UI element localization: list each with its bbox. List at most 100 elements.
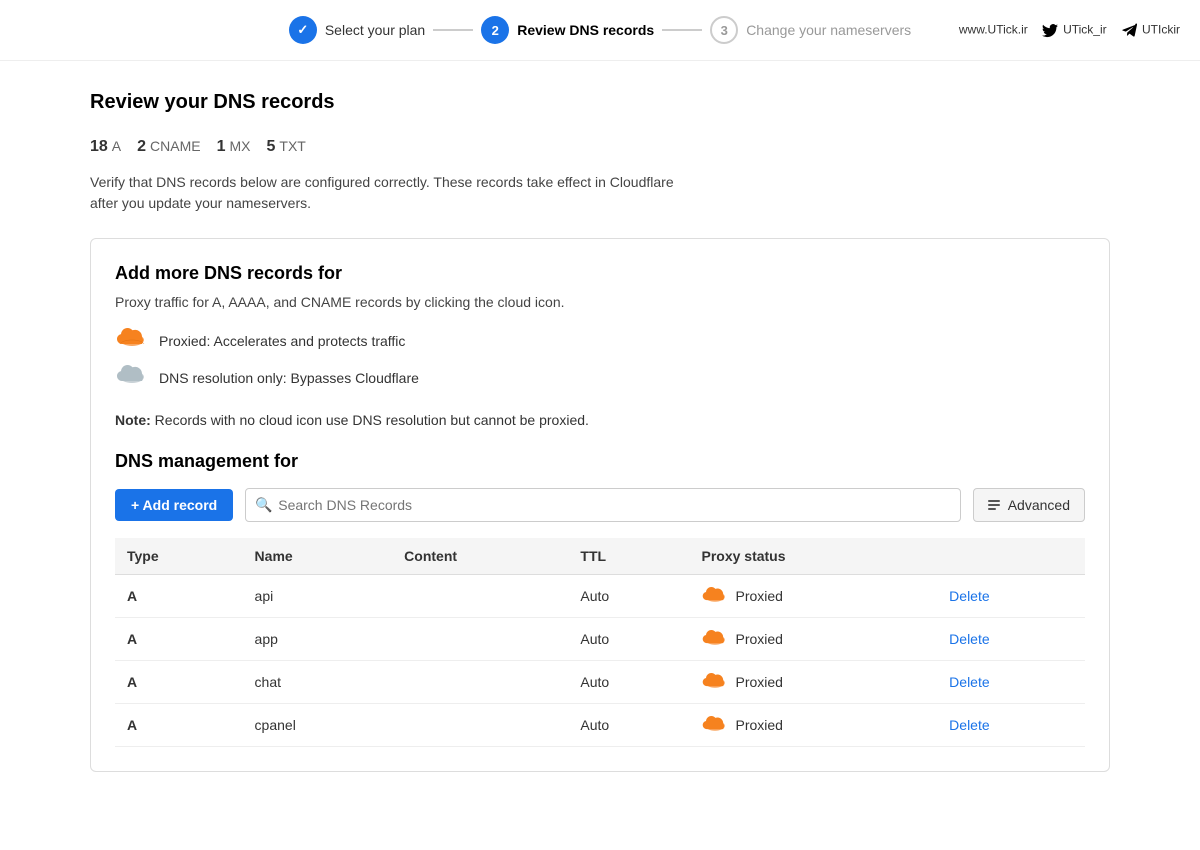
col-actions (937, 538, 1085, 575)
cell-type: A (115, 575, 243, 618)
watermark-telegram: UTIckir (1121, 23, 1180, 38)
cell-proxy: Proxied (689, 661, 937, 704)
cell-action[interactable]: Delete (937, 618, 1085, 661)
col-proxy-status: Proxy status (689, 538, 937, 575)
advanced-button[interactable]: Advanced (973, 488, 1085, 522)
note-bold: Note: (115, 412, 151, 428)
count-txt-type: TXT (279, 138, 305, 154)
cell-action[interactable]: Delete (937, 704, 1085, 747)
count-cname: 2 CNAME (137, 138, 200, 156)
cell-type: A (115, 661, 243, 704)
note-text: Note: Records with no cloud icon use DNS… (115, 410, 1085, 431)
cell-ttl: Auto (568, 704, 689, 747)
cell-action[interactable]: Delete (937, 661, 1085, 704)
col-ttl: TTL (568, 538, 689, 575)
advanced-label: Advanced (1008, 497, 1070, 513)
table-body: AapiAuto Proxied DeleteAappAuto Proxied … (115, 575, 1085, 747)
count-a: 18 A (90, 138, 121, 156)
cell-proxy: Proxied (689, 618, 937, 661)
checkmark-icon: ✓ (297, 22, 308, 38)
add-record-label: + Add record (131, 497, 217, 513)
cell-proxy: Proxied (689, 575, 937, 618)
card-title: Add more DNS records for (115, 263, 1085, 284)
delete-button[interactable]: Delete (949, 717, 989, 733)
cell-name: chat (243, 661, 393, 704)
add-record-button[interactable]: + Add record (115, 489, 233, 521)
dns-only-label: DNS resolution only: Bypasses Cloudflare (159, 370, 419, 386)
step-review-dns: 2 Review DNS records (481, 16, 654, 44)
record-counts: 18 A 2 CNAME 1 MX 5 TXT (90, 138, 1110, 156)
step-3-circle: 3 (710, 16, 738, 44)
delete-button[interactable]: Delete (949, 674, 989, 690)
page-title: Review your DNS records (90, 91, 1110, 114)
count-a-num: 18 (90, 138, 108, 156)
card-subtitle: Proxy traffic for A, AAAA, and CNAME rec… (115, 294, 1085, 310)
delete-button[interactable]: Delete (949, 588, 989, 604)
step-1-circle: ✓ (289, 16, 317, 44)
dns-info-card: Add more DNS records for Proxy traffic f… (90, 238, 1110, 772)
proxy-info: Proxied: Accelerates and protects traffi… (115, 328, 1085, 390)
stepper: ✓ Select your plan 2 Review DNS records … (289, 16, 911, 44)
proxy-label: Proxied (735, 717, 782, 733)
proxy-cell: Proxied (701, 673, 925, 691)
count-cname-type: CNAME (150, 138, 201, 154)
proxy-cell: Proxied (701, 630, 925, 648)
advanced-icon (988, 500, 1000, 510)
toolbar: + Add record 🔍 Advanced (115, 488, 1085, 522)
cell-ttl: Auto (568, 661, 689, 704)
search-wrap: 🔍 (245, 488, 960, 522)
proxy-cell: Proxied (701, 587, 925, 605)
cell-name: app (243, 618, 393, 661)
step-2-label: Review DNS records (517, 22, 654, 38)
verify-text: Verify that DNS records below are config… (90, 172, 690, 214)
cell-type: A (115, 618, 243, 661)
cell-action[interactable]: Delete (937, 575, 1085, 618)
table-row: Achat Auto Proxied Delete (115, 661, 1085, 704)
search-icon: 🔍 (255, 497, 272, 514)
table-header: Type Name Content TTL Proxy status (115, 538, 1085, 575)
count-txt: 5 TXT (267, 138, 306, 156)
proxy-label: Proxied (735, 674, 782, 690)
row-orange-cloud-icon (701, 716, 729, 734)
step-3-label: Change your nameservers (746, 22, 911, 38)
count-mx-type: MX (230, 138, 251, 154)
proxy-cell: Proxied (701, 716, 925, 734)
gray-cloud-icon (115, 365, 149, 390)
row-orange-cloud-icon (701, 587, 729, 605)
orange-cloud-icon (115, 328, 149, 353)
main-content: Review your DNS records 18 A 2 CNAME 1 M… (50, 61, 1150, 802)
row-orange-cloud-icon (701, 673, 729, 691)
proxy-label: Proxied (735, 588, 782, 604)
cell-content (392, 661, 568, 704)
count-cname-num: 2 (137, 138, 146, 156)
cell-content (392, 575, 568, 618)
count-txt-num: 5 (267, 138, 276, 156)
step-2-number: 2 (492, 23, 499, 38)
delete-button[interactable]: Delete (949, 631, 989, 647)
watermark: www.UTick.ir UTick_ir UTIckir (959, 23, 1180, 38)
step-1-label: Select your plan (325, 22, 425, 38)
step-change-nameservers: 3 Change your nameservers (710, 16, 911, 44)
row-orange-cloud-icon (701, 630, 729, 648)
step-2-circle: 2 (481, 16, 509, 44)
col-type: Type (115, 538, 243, 575)
dns-only-item: DNS resolution only: Bypasses Cloudflare (115, 365, 1085, 390)
cell-content (392, 618, 568, 661)
proxied-item: Proxied: Accelerates and protects traffi… (115, 328, 1085, 353)
watermark-url: www.UTick.ir (959, 23, 1028, 37)
cell-ttl: Auto (568, 575, 689, 618)
cell-name: api (243, 575, 393, 618)
step-separator-1 (433, 29, 473, 31)
dns-table: Type Name Content TTL Proxy status AapiA… (115, 538, 1085, 747)
watermark-twitter: UTick_ir (1042, 23, 1107, 38)
cell-name: cpanel (243, 704, 393, 747)
cell-type: A (115, 704, 243, 747)
table-row: AappAuto Proxied Delete (115, 618, 1085, 661)
step-select-plan: ✓ Select your plan (289, 16, 425, 44)
cell-proxy: Proxied (689, 704, 937, 747)
count-a-type: A (112, 138, 121, 154)
search-input[interactable] (245, 488, 960, 522)
note-body: Records with no cloud icon use DNS resol… (151, 412, 589, 428)
step-separator-2 (662, 29, 702, 31)
proxied-label: Proxied: Accelerates and protects traffi… (159, 333, 405, 349)
